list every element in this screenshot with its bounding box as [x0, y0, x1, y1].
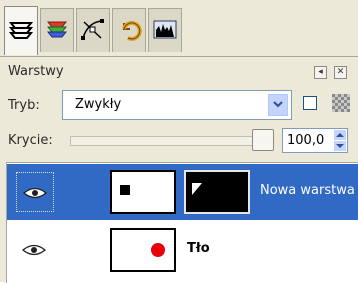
layers-list: Nowa warstwa Tło [6, 162, 358, 283]
visibility-toggle[interactable] [16, 172, 54, 212]
dock-tabs [0, 0, 358, 57]
layer-name: Nowa warstwa [260, 183, 355, 198]
black-square-icon [120, 185, 130, 195]
opacity-slider-track[interactable] [70, 136, 274, 146]
eye-icon [22, 244, 46, 256]
channels-icon [46, 21, 68, 38]
tab-menu-button[interactable]: ◂ [314, 66, 327, 79]
red-dot-icon [151, 243, 165, 257]
opacity-spin-buttons [334, 130, 346, 151]
opacity-value: 100,0 [287, 133, 325, 148]
layer-row[interactable]: Tło [7, 222, 358, 278]
mode-value: Zwykły [75, 97, 122, 112]
transparency-icon [332, 94, 350, 112]
opacity-spinbox[interactable]: 100,0 [282, 128, 348, 153]
white-corner-icon [192, 183, 202, 195]
tab-layers[interactable] [4, 6, 38, 55]
tab-paths[interactable] [76, 8, 110, 52]
layers-icon [8, 22, 34, 39]
panel-title: Warstwy [8, 64, 64, 79]
chevron-up-icon [336, 133, 344, 137]
undo-history-icon [122, 21, 142, 41]
mode-select[interactable]: Zwykły [62, 90, 292, 120]
eye-icon [23, 187, 47, 199]
layer-row[interactable]: Nowa warstwa [7, 164, 358, 220]
opacity-slider-handle[interactable] [252, 129, 274, 151]
layer-thumbnail [110, 228, 176, 272]
mode-dropdown-button[interactable] [268, 94, 288, 116]
visibility-toggle[interactable] [16, 230, 54, 270]
tab-histogram[interactable] [148, 8, 182, 52]
spin-up-button[interactable] [334, 130, 346, 140]
opacity-label: Krycie: [8, 133, 53, 148]
chevron-down-icon [336, 144, 344, 148]
layer-thumbnail [110, 170, 176, 214]
tab-channels[interactable] [40, 8, 74, 52]
paths-icon [81, 19, 104, 40]
mode-label: Tryb: [8, 98, 40, 113]
layer-mask-thumbnail [184, 170, 250, 214]
histogram-icon [153, 20, 177, 39]
tab-undo-history[interactable] [112, 8, 146, 52]
chevron-down-icon [273, 101, 283, 108]
layer-name: Tło [187, 241, 210, 256]
layers-dock: Warstwy ◂ ✕ Tryb: Zwykły Krycie: 100,0 N… [0, 0, 358, 283]
close-panel-button[interactable]: ✕ [334, 66, 347, 79]
lock-alpha-checkbox[interactable] [303, 96, 317, 110]
spin-down-button[interactable] [334, 141, 346, 151]
